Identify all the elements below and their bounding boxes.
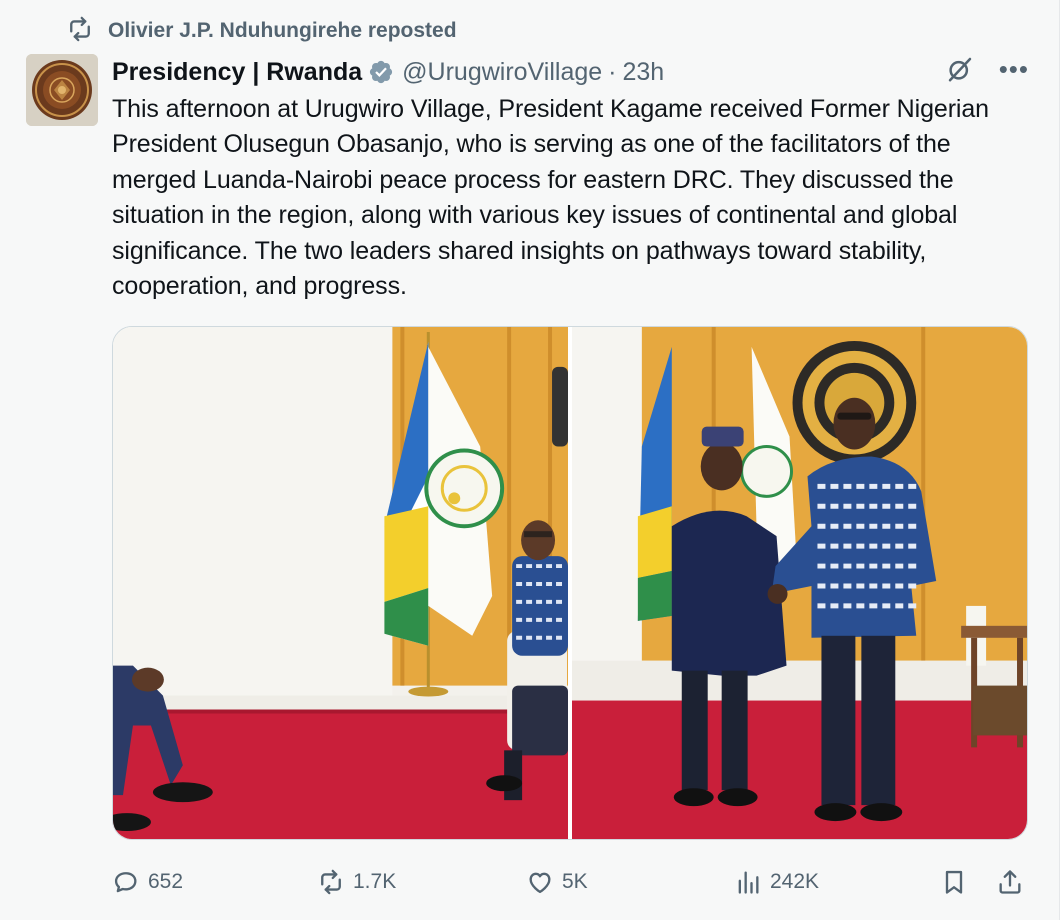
post-timestamp[interactable]: 23h	[622, 58, 664, 87]
bookmark-icon	[945, 870, 963, 894]
analytics-icon	[738, 871, 759, 894]
avatar[interactable]	[26, 54, 98, 126]
photo-seated-leaders[interactable]	[113, 327, 568, 839]
repost-icon	[66, 15, 94, 48]
reply-icon	[114, 872, 137, 893]
share-icon	[999, 870, 1021, 894]
like-button[interactable]: 5K	[526, 862, 588, 902]
view-count: 242K	[770, 870, 820, 893]
repost-icon	[321, 869, 341, 895]
reply-button[interactable]: 652	[112, 862, 183, 902]
heart-icon	[529, 872, 551, 894]
grok-icon[interactable]	[945, 54, 975, 91]
share-button[interactable]	[996, 862, 1024, 902]
repost-count: 1.7K	[353, 870, 397, 893]
post-header: Presidency | Rwanda @UrugwiroVillage · 2…	[112, 55, 1029, 89]
repost-label[interactable]: Olivier J.P. Nduhungirehe reposted	[108, 19, 457, 43]
post-text: This afternoon at Urugwiro Village, Pres…	[112, 95, 989, 301]
views-button[interactable]: 242K	[734, 862, 819, 902]
photo-handshake[interactable]	[572, 327, 1027, 839]
author-handle[interactable]: @UrugwiroVillage	[402, 58, 602, 87]
header-actions: •••	[945, 55, 1029, 89]
reply-count: 652	[148, 870, 184, 893]
action-bar: 652 1.7K 5K 242K	[112, 862, 1032, 902]
repost-button[interactable]: 1.7K	[317, 862, 396, 902]
bookmark-button[interactable]	[940, 862, 968, 902]
more-options-icon[interactable]: •••	[999, 56, 1029, 82]
repost-context: Olivier J.P. Nduhungirehe reposted	[66, 16, 457, 46]
author-name[interactable]: Presidency | Rwanda	[112, 58, 362, 87]
separator-dot: ·	[608, 57, 617, 86]
like-count: 5K	[562, 870, 588, 893]
verified-badge-icon[interactable]	[368, 59, 394, 85]
post-card[interactable]: Olivier J.P. Nduhungirehe reposted Presi…	[0, 0, 1060, 920]
media-grid	[112, 326, 1028, 840]
